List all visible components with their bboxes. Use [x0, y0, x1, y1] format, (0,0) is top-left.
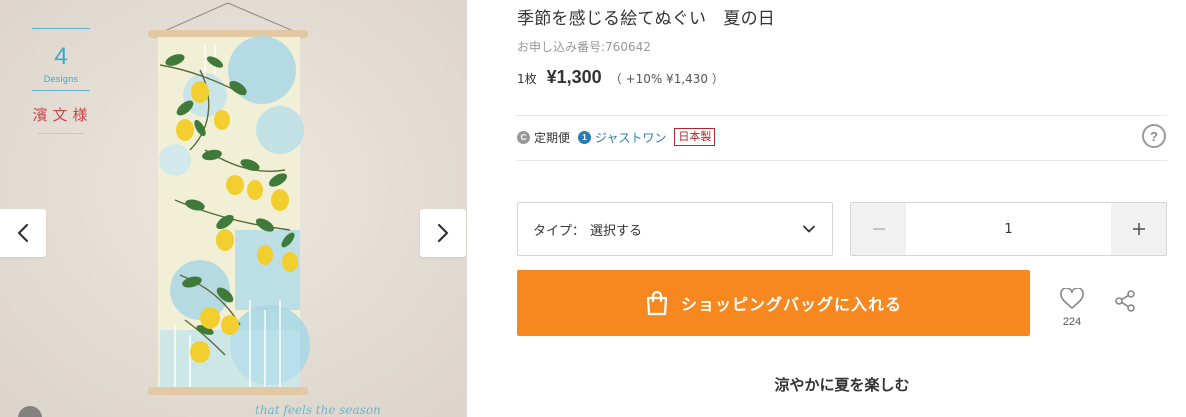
question-circle-icon[interactable]: ? [1142, 124, 1166, 148]
add-to-bag-label: ショッピングバッグに入れる [680, 295, 902, 314]
product-title: 季節を感じる絵てぬぐい 夏の日 [517, 9, 775, 29]
chevron-right-icon [437, 223, 449, 243]
service-teiki-label: 定期便 [534, 130, 571, 145]
description-headline: 涼やかに夏を楽しむ [774, 376, 910, 394]
minus-icon [872, 228, 885, 230]
service-just-one[interactable]: 1 ジャストワン [578, 129, 666, 146]
quantity-increase-button[interactable] [1111, 203, 1166, 255]
gallery-next-button[interactable] [420, 209, 466, 257]
badge-number: 4 [54, 43, 68, 70]
badge-top-line [32, 28, 90, 29]
favorite-count: 224 [1062, 316, 1082, 328]
product-image-gallery: that feels the season 4 Designs 濱文様 [0, 0, 467, 417]
price-with-tax: （ +10% ¥1,430 ） [609, 72, 724, 86]
made-in-japan-badge: 日本製 [674, 128, 716, 146]
type-select-label: タイプ： [533, 223, 586, 239]
favorite-button[interactable]: 224 [1057, 287, 1087, 328]
add-to-bag-button[interactable]: ショッピングバッグに入れる [517, 270, 1030, 336]
badge-dots [39, 133, 83, 134]
price-row: 1枚 ¥1,300 （ +10% ¥1,430 ） [517, 67, 724, 88]
badge-subtitle: Designs [43, 74, 79, 84]
price-unit: 1枚 [517, 72, 537, 86]
type-select-value: 選択する [590, 223, 643, 239]
quantity-decrease-button[interactable] [851, 203, 906, 255]
divider-top [517, 115, 1167, 116]
order-number: お申し込み番号:760642 [517, 40, 651, 54]
teiki-icon: C [517, 130, 530, 144]
gallery-prev-button[interactable] [0, 209, 46, 257]
chevron-down-icon [803, 225, 815, 233]
heart-icon [1060, 287, 1084, 309]
service-teiki[interactable]: C 定期便 [517, 129, 570, 146]
product-info: 季節を感じる絵てぬぐい 夏の日 お申し込み番号:760642 1枚 ¥1,300… [517, 0, 1167, 417]
badge-brand: 濱文様 [32, 106, 93, 124]
badge-divider [32, 90, 90, 91]
quantity-value[interactable]: 1 [906, 203, 1111, 255]
type-select[interactable]: タイプ： 選択する [517, 202, 833, 256]
share-icon [1115, 290, 1135, 312]
quantity-stepper: 1 [850, 202, 1167, 256]
price: ¥1,300 [546, 67, 602, 87]
shopping-bag-icon [646, 290, 668, 316]
share-button[interactable] [1113, 289, 1137, 317]
service-tags: C 定期便 1 ジャストワン 日本製 [517, 126, 716, 148]
designs-badge: 4 Designs 濱文様 [28, 28, 94, 134]
divider-bottom [517, 160, 1167, 161]
just-one-icon: 1 [578, 130, 592, 144]
plus-icon [1132, 223, 1145, 235]
svg-text:that feels the season: that feels the season [255, 403, 381, 417]
service-just-one-label: ジャストワン [595, 130, 667, 145]
chevron-left-icon [17, 223, 29, 243]
